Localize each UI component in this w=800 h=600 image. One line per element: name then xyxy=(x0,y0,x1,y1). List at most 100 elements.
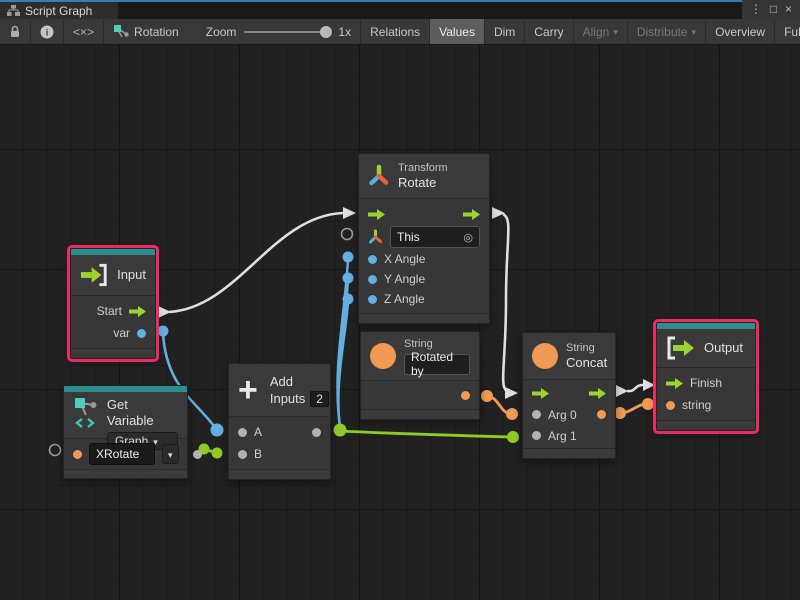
zoom-slider[interactable] xyxy=(244,31,330,33)
port-start[interactable]: Start xyxy=(71,300,155,322)
distribute-caret-icon: ▾ xyxy=(692,27,697,38)
node-string-literal[interactable]: String Rotated by xyxy=(360,331,480,420)
zoom-slider-handle[interactable] xyxy=(320,26,332,38)
this-value: This xyxy=(397,230,420,244)
value-port-icon xyxy=(368,275,377,284)
flow-row[interactable] xyxy=(523,382,615,404)
port-variable-name[interactable]: XRotate ▾ xyxy=(64,441,187,467)
overview-label: Overview xyxy=(715,25,765,39)
port-this[interactable]: This ◎ xyxy=(359,225,489,249)
port-a[interactable]: A xyxy=(229,421,330,443)
node-footer xyxy=(64,470,187,478)
dim-toggle[interactable]: Dim xyxy=(485,19,525,44)
value-port-icon xyxy=(461,391,470,400)
node-footer xyxy=(71,349,155,358)
variable-name-field[interactable]: XRotate xyxy=(89,443,155,465)
node-output[interactable]: Output Finish string xyxy=(656,322,756,431)
node-input[interactable]: Input Start var xyxy=(70,248,156,359)
info-button[interactable]: i xyxy=(31,19,64,44)
window-menu-icon[interactable]: ⋮ xyxy=(750,0,762,19)
node-input-header[interactable]: Input xyxy=(71,255,155,295)
value-port-icon xyxy=(597,410,606,419)
graph-breadcrumb[interactable]: Rotation xyxy=(104,19,188,44)
get-variable-icon xyxy=(73,397,99,429)
flow-out-icon xyxy=(589,388,606,399)
value-port-icon xyxy=(73,450,82,459)
transform-port-icon xyxy=(368,229,383,245)
string-type-icon xyxy=(532,343,558,369)
add-icon: + xyxy=(238,375,258,405)
values-label: Values xyxy=(439,25,475,39)
value-port-icon xyxy=(532,431,541,440)
node-footer xyxy=(359,314,489,323)
input-node-icon xyxy=(80,263,109,287)
node-add-header[interactable]: + Add Inputs 2 xyxy=(229,364,330,416)
port-x-angle[interactable]: X Angle xyxy=(359,249,489,269)
port-label: Start xyxy=(97,304,122,318)
zoom-label: Zoom xyxy=(206,25,237,39)
port-arg0[interactable]: Arg 0 xyxy=(523,404,615,425)
port-label: Arg 0 xyxy=(548,408,577,422)
port-y-angle[interactable]: Y Angle xyxy=(359,269,489,289)
port-string-out[interactable] xyxy=(361,383,479,407)
node-concat[interactable]: String Concat Arg 0 xyxy=(522,332,616,459)
port-arg1[interactable]: Arg 1 xyxy=(523,425,615,446)
graph-breadcrumb-icon xyxy=(113,24,130,39)
object-picker-icon[interactable]: ◎ xyxy=(463,231,473,244)
node-string-literal-header[interactable]: String Rotated by xyxy=(361,332,479,380)
flow-in-icon xyxy=(532,388,549,399)
carry-label: Carry xyxy=(534,25,563,39)
fullscreen-button[interactable]: Full Screen xyxy=(775,19,800,44)
tab-script-graph[interactable]: Script Graph xyxy=(0,2,118,19)
node-rotate[interactable]: Transform Rotate xyxy=(358,153,490,324)
node-category: Transform xyxy=(398,162,448,175)
carry-toggle[interactable]: Carry xyxy=(525,19,573,44)
node-footer xyxy=(229,470,330,479)
node-concat-header[interactable]: String Concat xyxy=(523,333,615,379)
tab-label: Script Graph xyxy=(25,4,92,18)
port-string[interactable]: string xyxy=(657,394,755,416)
string-type-icon xyxy=(370,343,396,369)
relations-toggle[interactable]: Relations xyxy=(360,19,430,44)
port-z-angle[interactable]: Z Angle xyxy=(359,289,489,309)
close-icon[interactable]: × xyxy=(785,0,792,19)
values-toggle[interactable]: Values xyxy=(430,19,485,44)
lock-button[interactable] xyxy=(0,19,31,44)
relations-label: Relations xyxy=(370,25,420,39)
node-get-variable[interactable]: Get Variable Graph ▾ XRotate ▾ xyxy=(63,385,188,479)
variable-picker-button[interactable]: ▾ xyxy=(162,444,179,464)
port-finish[interactable]: Finish xyxy=(657,372,755,394)
node-rotate-header[interactable]: Transform Rotate xyxy=(359,154,489,198)
port-label: A xyxy=(254,425,262,439)
node-get-variable-header[interactable]: Get Variable Graph ▾ xyxy=(64,392,187,438)
node-title-line1: Add xyxy=(270,374,329,390)
port-label: Y Angle xyxy=(384,272,425,286)
zoom-control: Zoom 1x xyxy=(188,19,360,44)
align-dropdown[interactable]: Align ▾ xyxy=(574,19,628,44)
align-caret-icon: ▾ xyxy=(613,27,618,38)
value-port-icon xyxy=(238,428,247,437)
fullscreen-label: Full Screen xyxy=(784,25,800,39)
code-view-button[interactable]: <×> xyxy=(64,19,104,44)
value-port-icon xyxy=(238,450,247,459)
port-label: var xyxy=(113,326,130,340)
port-var[interactable]: var xyxy=(71,322,155,344)
inputs-count-field[interactable]: 2 xyxy=(310,391,329,407)
graph-tab-icon xyxy=(7,5,20,16)
this-target-field[interactable]: This ◎ xyxy=(390,226,480,248)
node-category: String xyxy=(404,338,470,351)
variable-name-value: XRotate xyxy=(96,447,139,461)
distribute-label: Distribute xyxy=(637,25,688,39)
overview-button[interactable]: Overview xyxy=(706,19,775,44)
maximize-icon[interactable]: □ xyxy=(770,0,777,19)
chevron-down-icon: ▾ xyxy=(153,437,158,448)
node-add[interactable]: + Add Inputs 2 A B xyxy=(228,363,331,480)
unity-visual-scripting-window: Script Graph ⋮ □ × i <×> xyxy=(0,0,800,600)
port-b[interactable]: B xyxy=(229,443,330,465)
node-output-header[interactable]: Output xyxy=(657,329,755,367)
flow-row[interactable] xyxy=(359,203,489,225)
port-label: string xyxy=(682,398,711,412)
string-value-field[interactable]: Rotated by xyxy=(404,354,470,375)
zoom-value: 1x xyxy=(338,25,351,39)
distribute-dropdown[interactable]: Distribute ▾ xyxy=(628,19,706,44)
